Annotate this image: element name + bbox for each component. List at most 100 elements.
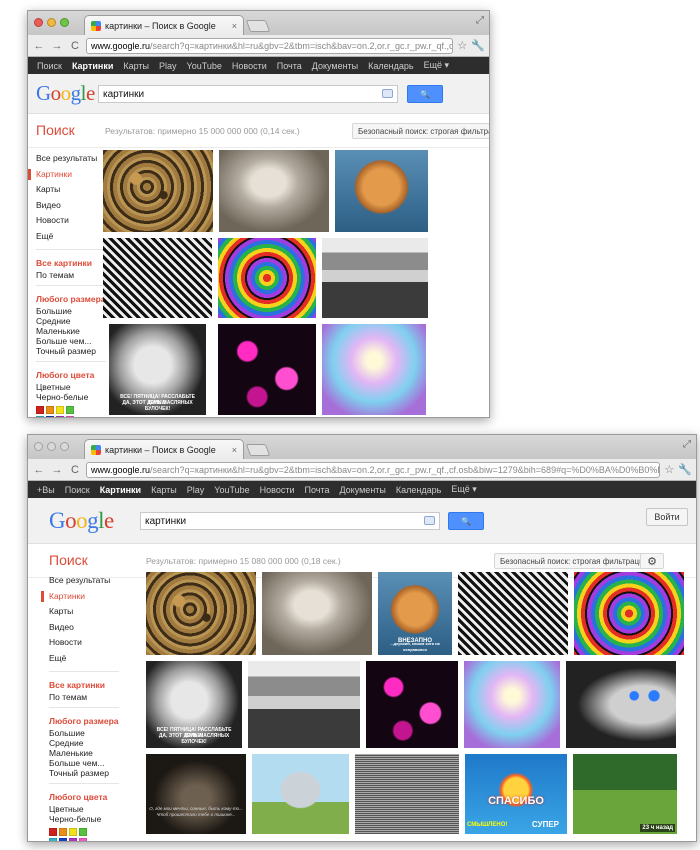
maximize-window-button[interactable]	[60, 18, 69, 27]
gbar-link[interactable]: Поиск	[32, 61, 67, 71]
tab-close-icon[interactable]: ×	[232, 21, 237, 31]
sidebar-size-header[interactable]: Любого размера	[36, 293, 106, 306]
gbar-link[interactable]: Новости	[255, 485, 300, 495]
google-logo[interactable]: Google	[36, 83, 95, 104]
gbar-link[interactable]: Календарь	[391, 485, 446, 495]
sidebar-color-header[interactable]: Любого цвета	[49, 791, 119, 804]
color-swatch[interactable]	[56, 416, 64, 417]
sidebar-item-type[interactable]: Все результаты	[49, 573, 119, 589]
reload-icon[interactable]: C	[68, 463, 82, 477]
gbar-link[interactable]: YouTube	[182, 61, 227, 71]
color-swatch[interactable]	[69, 838, 77, 841]
image-thumbnail[interactable]: ВСЕ! ПЯТНИЦА! РАССЛАБЬТЕ БУЛКИ! ДА, ЭТОТ …	[146, 661, 242, 748]
gbar-link[interactable]: Документы	[334, 485, 390, 495]
image-thumbnail[interactable]	[355, 754, 459, 834]
safesearch-dropdown[interactable]: Безопасный поиск: строгая фильтрация ▾	[494, 553, 661, 569]
sidebar-item-type[interactable]: Видео	[36, 198, 106, 214]
gbar-link[interactable]: Документы	[307, 61, 363, 71]
gbar-link[interactable]: +Вы	[32, 485, 60, 495]
gbar-link[interactable]: Почта	[272, 61, 307, 71]
safesearch-dropdown[interactable]: Безопасный поиск: строгая фильтрация ▾	[352, 123, 489, 139]
gbar-link[interactable]: Play	[182, 485, 210, 495]
sidebar-item-type[interactable]: Карты	[49, 604, 119, 620]
new-tab-button[interactable]	[245, 20, 271, 32]
image-thumbnail[interactable]	[248, 661, 360, 748]
wrench-icon[interactable]: 🔧	[678, 463, 692, 476]
image-thumbnail[interactable]	[322, 324, 426, 415]
settings-gear-icon[interactable]: ⚙	[640, 553, 664, 569]
image-thumbnail[interactable]	[566, 661, 676, 748]
color-swatch[interactable]	[49, 828, 57, 836]
image-thumbnail[interactable]	[218, 324, 316, 415]
sidebar-size-option[interactable]: Маленькие	[36, 326, 106, 336]
color-swatch[interactable]	[46, 416, 54, 417]
sidebar-size-option[interactable]: Маленькие	[49, 748, 119, 758]
bookmark-star-icon[interactable]: ☆	[664, 463, 674, 476]
maximize-window-button[interactable]	[60, 442, 69, 451]
image-thumbnail[interactable]	[219, 150, 329, 232]
image-thumbnail[interactable]	[252, 754, 349, 834]
sidebar-size-option[interactable]: Большие	[36, 306, 106, 316]
color-swatch[interactable]	[79, 828, 87, 836]
fullscreen-icon[interactable]: ⤢	[683, 439, 691, 450]
gbar-link[interactable]: Карты	[118, 61, 154, 71]
sidebar-color-option[interactable]: Цветные	[36, 382, 106, 392]
back-arrow-icon[interactable]: ←	[32, 463, 46, 477]
gbar-link[interactable]: YouTube	[209, 485, 254, 495]
sidebar-color-header[interactable]: Любого цвета	[36, 369, 106, 382]
gbar-link[interactable]: Картинки	[95, 485, 146, 495]
search-input[interactable]: картинки	[98, 85, 398, 103]
image-thumbnail[interactable]: ВНЕЗАПНО ...дерзкий, своим кота на исправ…	[378, 572, 452, 655]
bookmark-star-icon[interactable]: ☆	[457, 39, 467, 52]
minimize-window-button[interactable]	[47, 18, 56, 27]
color-swatch[interactable]	[66, 406, 74, 414]
sidebar-item-type[interactable]: Новости	[49, 635, 119, 651]
sidebar-item-type[interactable]: Новости	[36, 213, 106, 229]
color-swatch[interactable]	[36, 406, 44, 414]
close-window-button[interactable]	[34, 442, 43, 451]
address-bar[interactable]: www.google.ru/search?q=картинки&hl=ru&gb…	[86, 37, 454, 54]
search-button[interactable]: 🔍	[407, 85, 443, 103]
gbar-link[interactable]: Карты	[146, 485, 182, 495]
search-input[interactable]: картинки	[140, 512, 440, 530]
gbar-link[interactable]: Ещё ▾	[419, 60, 454, 71]
image-thumbnail[interactable]	[464, 661, 560, 748]
sidebar-by-topic[interactable]: По темам	[49, 692, 119, 702]
sidebar-size-option[interactable]: Средние	[49, 738, 119, 748]
gbar-link[interactable]: Поиск	[60, 485, 95, 495]
gbar-link[interactable]: Новости	[227, 61, 272, 71]
image-thumbnail[interactable]	[218, 238, 316, 318]
close-window-button[interactable]	[34, 18, 43, 27]
sidebar-size-option[interactable]: Большие	[49, 728, 119, 738]
color-swatch[interactable]	[36, 416, 44, 417]
color-swatch[interactable]	[59, 828, 67, 836]
browser-tab[interactable]: картинки – Поиск в Google ×	[84, 439, 244, 459]
image-thumbnail[interactable]	[574, 572, 684, 655]
tab-close-icon[interactable]: ×	[232, 445, 237, 455]
browser-tab[interactable]: картинки – Поиск в Google ×	[84, 15, 244, 35]
sidebar-item-type[interactable]: Ещё	[49, 651, 119, 667]
gbar-link[interactable]: Ещё ▾	[446, 484, 481, 495]
image-thumbnail[interactable]: О, где мои мечты, сонные, быть кому-то..…	[146, 754, 246, 834]
forward-arrow-icon[interactable]: →	[50, 463, 64, 477]
sidebar-size-option[interactable]: Больше чем...	[49, 758, 119, 768]
sidebar-all-images[interactable]: Все картинки	[36, 257, 106, 270]
sidebar-color-option[interactable]: Черно-белые	[49, 814, 119, 824]
image-thumbnail[interactable]	[103, 238, 212, 318]
image-thumbnail[interactable]	[103, 150, 213, 232]
color-swatch[interactable]	[69, 828, 77, 836]
google-logo[interactable]: Google	[49, 509, 114, 532]
gbar-link[interactable]: Календарь	[363, 61, 418, 71]
sidebar-color-option[interactable]: Цветные	[49, 804, 119, 814]
reload-icon[interactable]: C	[68, 39, 82, 53]
image-thumbnail[interactable]: ВСЕ! ПЯТНИЦА! РАССЛАБЬТЕ БУЛКИ! ДА, ЭТОТ …	[109, 324, 206, 415]
image-thumbnail[interactable]	[366, 661, 458, 748]
color-swatch[interactable]	[59, 838, 67, 841]
sidebar-by-topic[interactable]: По темам	[36, 270, 106, 280]
fullscreen-icon[interactable]: ⤢	[476, 15, 484, 26]
sidebar-item-type[interactable]: Ещё	[36, 229, 106, 245]
image-thumbnail[interactable]	[335, 150, 428, 232]
color-swatch[interactable]	[56, 406, 64, 414]
gbar-link[interactable]: Картинки	[67, 61, 118, 71]
gbar-link[interactable]: Play	[154, 61, 182, 71]
